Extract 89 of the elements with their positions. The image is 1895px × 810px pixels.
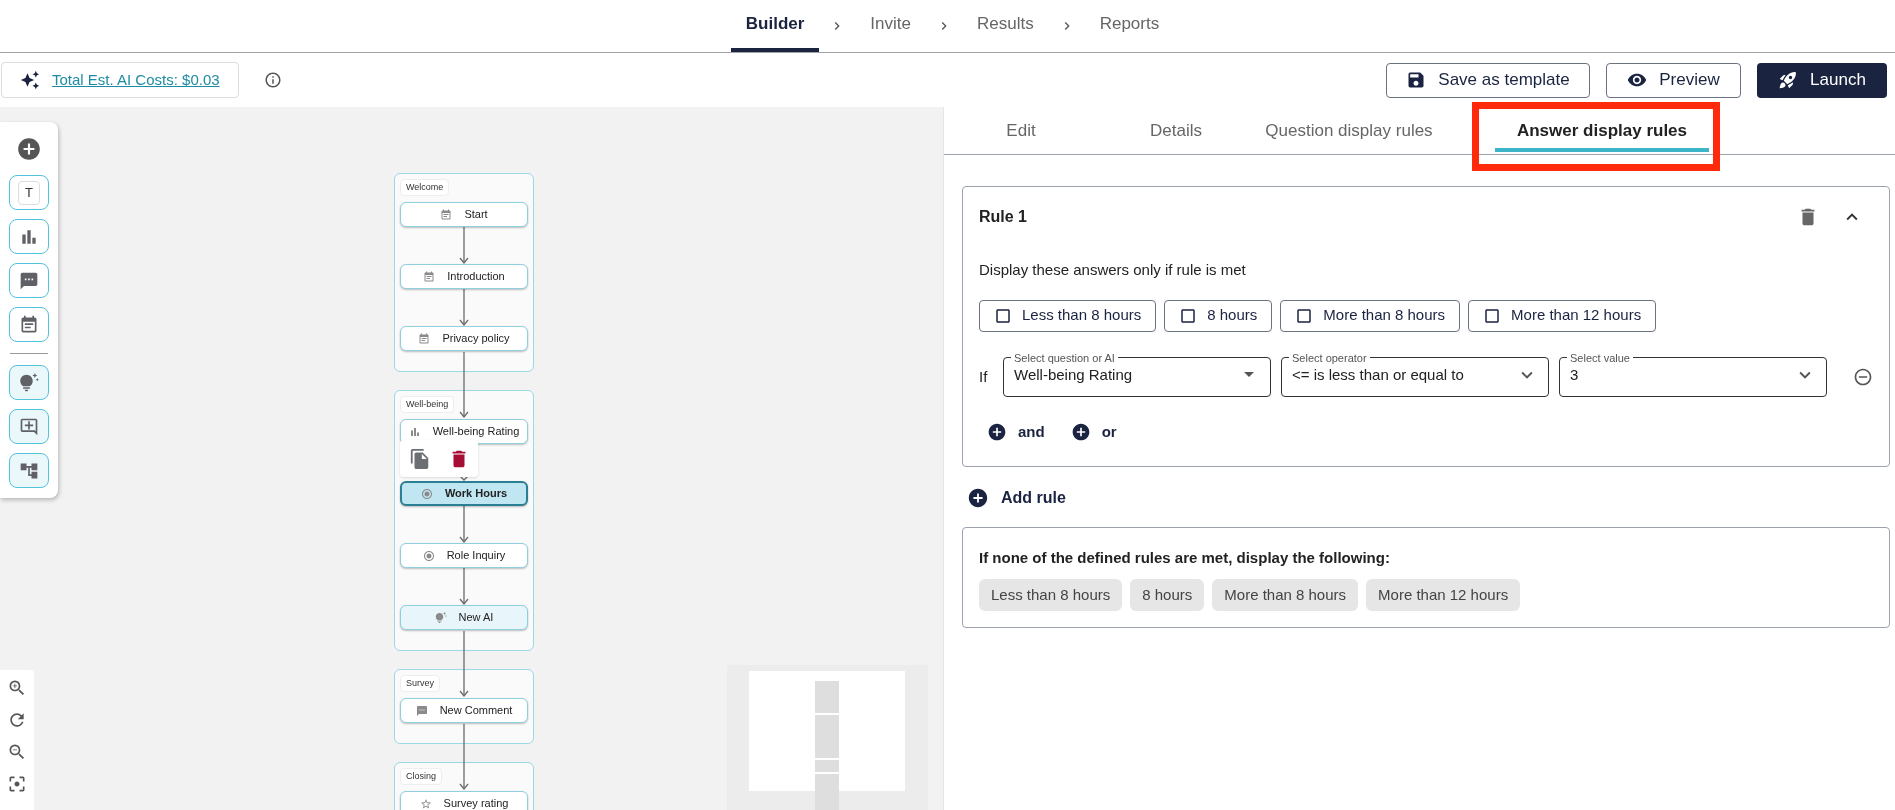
step-tab[interactable]: Results	[962, 0, 1049, 52]
answer-checkbox[interactable]: Less than 8 hours	[979, 299, 1157, 332]
bar-chart-icon	[408, 425, 421, 438]
panel-tab[interactable]: Question display rules	[1254, 107, 1444, 154]
connector-arrow	[459, 506, 469, 543]
tool-button[interactable]	[9, 219, 49, 254]
add-condition-button[interactable]: and	[987, 421, 1045, 444]
star-icon	[419, 797, 432, 810]
flow-node[interactable]: New AI	[400, 605, 528, 630]
dropdown-caret-icon	[1244, 372, 1254, 378]
toolbar-button[interactable]: Preview	[1606, 62, 1741, 98]
rule-description: Display these answers only if rule is met	[979, 260, 1247, 280]
panel-tab[interactable]: Details	[1098, 107, 1254, 154]
add-rule-button[interactable]: Add rule	[967, 485, 1066, 510]
connector-arrow	[459, 352, 469, 418]
panel-tab[interactable]: Edit	[944, 107, 1098, 154]
calendar-note-icon	[440, 208, 453, 221]
reset-icon[interactable]	[7, 710, 27, 730]
panel-tab[interactable]: Answer display rules	[1495, 107, 1709, 154]
flow-node[interactable]: Work Hours	[400, 481, 528, 506]
answer-chip: 8 hours	[1130, 579, 1205, 611]
checkbox-icon	[1179, 306, 1198, 325]
group-label: Well-being	[400, 396, 455, 413]
flow-node[interactable]: Privacy policy	[400, 326, 528, 351]
checkbox-icon	[1483, 306, 1502, 325]
connector-arrow	[459, 724, 469, 790]
calendar-note-icon	[418, 332, 431, 345]
answer-checkbox[interactable]: More than 8 hours	[1280, 299, 1461, 332]
answer-chip: More than 12 hours	[1366, 579, 1521, 611]
flow-node[interactable]: Well-being Rating	[400, 419, 528, 444]
tool-button[interactable]	[9, 263, 49, 298]
tool-button[interactable]	[9, 409, 49, 444]
zoom-in-icon[interactable]	[7, 678, 27, 698]
group-label: Closing	[400, 768, 442, 785]
radio-icon	[420, 487, 433, 500]
select-field[interactable]: Select operator <= is less than or equal to	[1281, 351, 1549, 397]
save-icon	[1406, 70, 1427, 90]
flow-node[interactable]: Survey rating	[400, 791, 528, 810]
comment-icon	[415, 704, 428, 717]
flow-node[interactable]: Role Inquiry	[400, 543, 528, 568]
toolbar-button[interactable]: Launch	[1757, 62, 1887, 98]
ai-costs-button[interactable]: Total Est. AI Costs: $0.03	[1, 62, 239, 98]
toolbar-button[interactable]: Save as template	[1386, 62, 1590, 98]
add-condition-button[interactable]: or	[1070, 421, 1117, 444]
rule-title: Rule 1	[979, 207, 1028, 227]
flow-node[interactable]: Start	[400, 202, 528, 227]
add-icon	[967, 486, 989, 509]
add-icon	[987, 422, 1007, 443]
flow-node[interactable]: New Comment	[400, 698, 528, 723]
lightbulb-icon	[434, 611, 447, 624]
zoom-out-icon[interactable]	[7, 742, 27, 762]
add-icon[interactable]	[16, 136, 42, 162]
group-label: Welcome	[400, 179, 450, 196]
tool-button[interactable]	[9, 365, 49, 400]
remove-icon[interactable]	[1853, 367, 1873, 387]
step-tab[interactable]: Builder	[730, 0, 820, 52]
connector-arrow	[459, 289, 469, 326]
tool-button[interactable]	[9, 453, 49, 488]
rocket-icon	[1778, 70, 1799, 90]
calendar-note-icon	[19, 314, 39, 335]
checkbox-icon	[994, 306, 1012, 325]
lightbulb-icon	[19, 372, 39, 393]
checkbox-icon	[1295, 306, 1314, 325]
calendar-note-icon	[423, 270, 436, 283]
info-icon[interactable]	[263, 71, 282, 89]
step-tab[interactable]: Reports	[1084, 0, 1175, 52]
radio-icon	[422, 549, 435, 562]
flow-node[interactable]: Introduction	[400, 264, 528, 289]
comment-icon	[19, 270, 39, 291]
add-icon	[1070, 422, 1091, 443]
group-label: Survey	[400, 675, 440, 692]
chat-add-icon	[19, 416, 39, 437]
tool-button[interactable]: T	[9, 175, 49, 210]
answer-checkbox[interactable]: More than 12 hours	[1468, 299, 1657, 332]
condition-label: If	[979, 366, 989, 387]
step-tab[interactable]: Invite	[855, 0, 926, 52]
sparkles-icon	[20, 70, 40, 90]
answer-chip: Less than 8 hours	[979, 579, 1123, 611]
connector-arrow	[459, 568, 469, 605]
fit-view-icon[interactable]	[7, 774, 27, 794]
connector-arrow	[459, 227, 469, 264]
answer-checkbox[interactable]: 8 hours	[1164, 299, 1273, 332]
answer-chip: More than 8 hours	[1212, 579, 1359, 611]
copy-icon[interactable]	[408, 447, 431, 470]
select-field[interactable]: Select value 3	[1559, 351, 1827, 397]
connector-arrow	[459, 631, 469, 697]
fallback-title: If none of the defined rules are met, display the following:	[979, 547, 1391, 568]
tool-button[interactable]	[9, 307, 49, 342]
select-field[interactable]: Select question or AI Well-being Rating	[1003, 351, 1271, 397]
